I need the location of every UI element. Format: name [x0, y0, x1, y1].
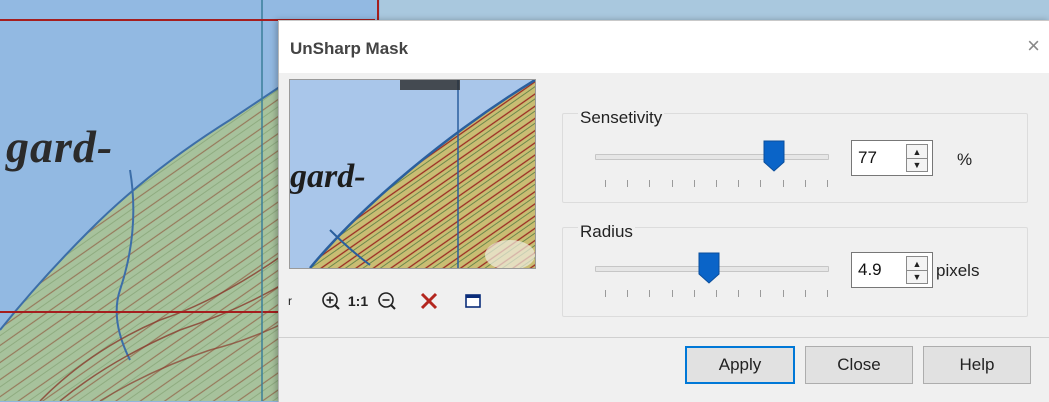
- slider-tick: [760, 180, 762, 187]
- dialog-title: UnSharp Mask: [290, 39, 409, 58]
- cancel-icon[interactable]: [417, 289, 441, 313]
- slider-tick: [782, 290, 784, 297]
- radius-down-arrow-icon[interactable]: ▼: [907, 270, 927, 283]
- slider-tick: [671, 180, 673, 187]
- slider-tick: [649, 180, 651, 187]
- map-place-label: gard-: [6, 121, 114, 172]
- radius-unit: pixels: [936, 261, 980, 280]
- radius-group: Radius 4.9 ▲ ▼ pixels: [562, 222, 1028, 317]
- button-separator: [279, 337, 1049, 338]
- sensitivity-value[interactable]: 77: [858, 148, 877, 168]
- slider-tick: [627, 290, 629, 297]
- radius-spin-buttons: ▲ ▼: [906, 256, 928, 284]
- unsharp-mask-dialog: UnSharp Mask × gard- r 1:1 Sensetivity 7…: [278, 20, 1049, 402]
- sensitivity-up-arrow-icon[interactable]: ▲: [907, 145, 927, 159]
- slider-tick: [649, 290, 651, 297]
- sensitivity-label: Sensetivity: [578, 108, 665, 128]
- slider-tick: [716, 290, 717, 297]
- sensitivity-group: Sensetivity 77 ▲ ▼ %: [562, 108, 1028, 203]
- radius-slider-thumb[interactable]: [698, 252, 720, 284]
- slider-tick: [716, 180, 717, 187]
- slider-tick: [605, 290, 606, 297]
- radius-label: Radius: [578, 222, 635, 242]
- close-button[interactable]: Close: [805, 346, 913, 384]
- slider-tick: [605, 180, 606, 187]
- slider-tick: [827, 180, 828, 187]
- slider-tick: [827, 290, 828, 297]
- dialog-titlebar[interactable]: UnSharp Mask ×: [279, 21, 1049, 73]
- preview-pane[interactable]: gard-: [289, 79, 536, 269]
- zoom-in-icon[interactable]: [319, 289, 343, 313]
- slider-tick: [693, 180, 695, 187]
- left-edge-marker: r: [288, 294, 292, 308]
- sensitivity-down-arrow-icon[interactable]: ▼: [907, 158, 927, 171]
- preview-place-label: gard-: [290, 158, 366, 195]
- slider-tick: [627, 180, 629, 187]
- slider-tick: [804, 180, 806, 187]
- close-icon[interactable]: ×: [1027, 35, 1040, 57]
- slider-tick: [760, 290, 762, 297]
- radius-value[interactable]: 4.9: [858, 260, 882, 280]
- sensitivity-slider-track[interactable]: [595, 154, 829, 160]
- help-button[interactable]: Help: [923, 346, 1031, 384]
- actual-size-icon[interactable]: 1:1: [345, 289, 371, 313]
- fit-window-icon[interactable]: [461, 289, 485, 313]
- sensitivity-slider-thumb[interactable]: [763, 140, 785, 172]
- sensitivity-ticks: [605, 180, 828, 188]
- sensitivity-spin-buttons: ▲ ▼: [906, 144, 928, 172]
- apply-button[interactable]: Apply: [685, 346, 795, 384]
- slider-tick: [738, 290, 740, 297]
- radius-spinbox[interactable]: 4.9 ▲ ▼: [851, 252, 933, 288]
- slider-tick: [693, 290, 695, 297]
- zoom-out-icon[interactable]: [375, 289, 399, 313]
- radius-up-arrow-icon[interactable]: ▲: [907, 257, 927, 271]
- sensitivity-spinbox[interactable]: 77 ▲ ▼: [851, 140, 933, 176]
- radius-ticks: [605, 290, 828, 298]
- slider-tick: [738, 180, 740, 187]
- slider-tick: [804, 290, 806, 297]
- slider-tick: [671, 290, 673, 297]
- sensitivity-unit: %: [957, 150, 973, 169]
- slider-tick: [782, 180, 784, 187]
